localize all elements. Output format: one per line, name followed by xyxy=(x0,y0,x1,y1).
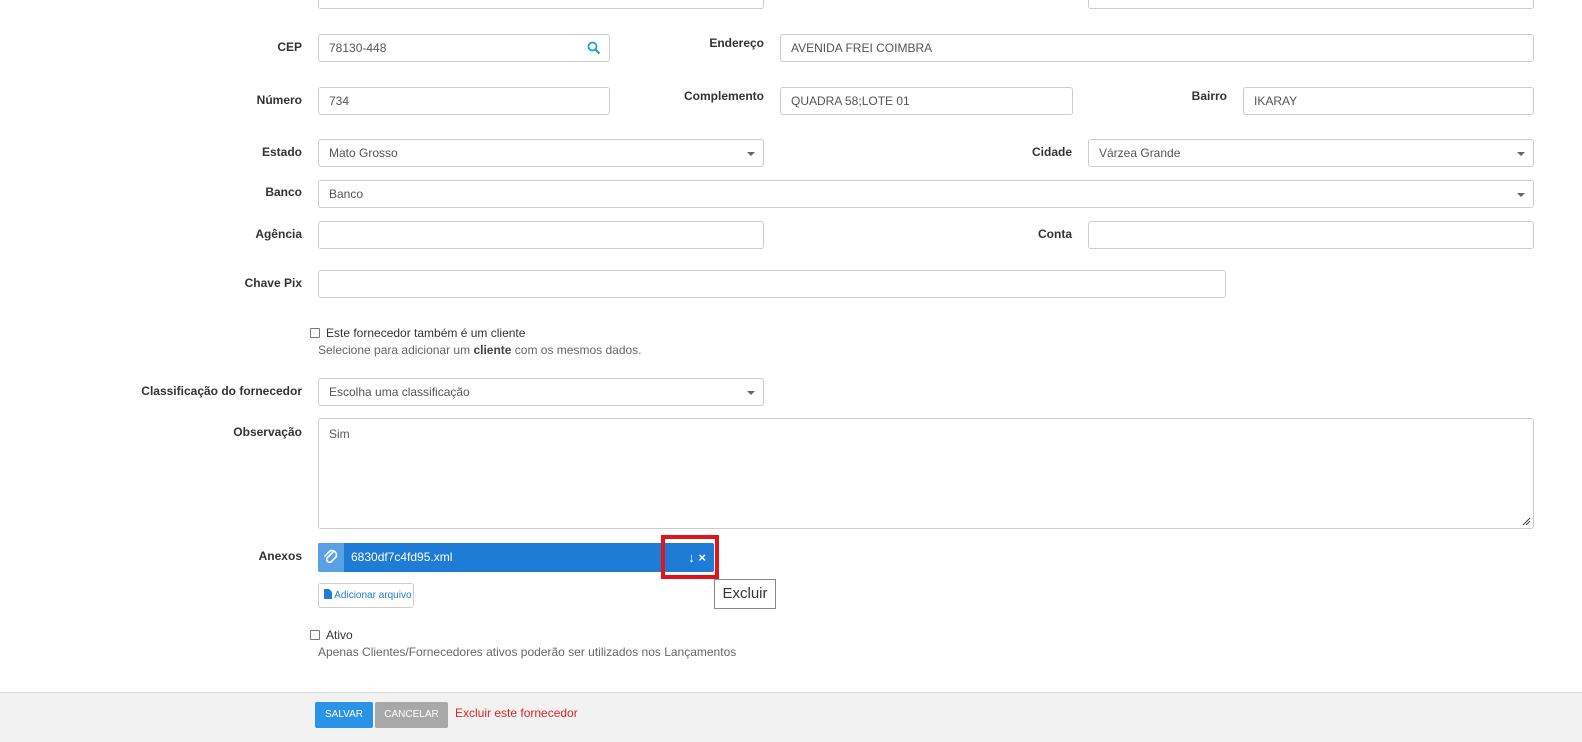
banco-value: Banco xyxy=(329,187,364,201)
complemento-input[interactable]: QUADRA 58;LOTE 01 xyxy=(780,87,1073,115)
agencia-input[interactable] xyxy=(318,221,764,249)
bairro-input[interactable]: IKARAY xyxy=(1243,87,1534,115)
cliente-checkbox-label: Este fornecedor também é um cliente xyxy=(326,326,526,340)
ativo-help-text: Apenas Clientes/Fornecedores ativos pode… xyxy=(318,645,737,659)
observacao-textarea[interactable]: Sim xyxy=(318,418,1534,529)
file-icon xyxy=(324,589,332,599)
chave-pix-input[interactable] xyxy=(318,270,1226,298)
estado-value: Mato Grosso xyxy=(329,146,398,160)
conta-label: Conta xyxy=(1038,227,1072,241)
ativo-checkbox-label: Ativo xyxy=(326,628,353,642)
partial-top-right-input[interactable] xyxy=(1088,0,1534,9)
complemento-value: QUADRA 58;LOTE 01 xyxy=(791,94,910,108)
delete-supplier-link[interactable]: Excluir este fornecedor xyxy=(455,706,578,720)
estado-label: Estado xyxy=(261,145,302,159)
search-icon[interactable] xyxy=(587,41,601,55)
classificacao-select[interactable]: Escolha uma classificação xyxy=(318,378,764,406)
partial-top-left-input[interactable] xyxy=(318,0,764,9)
paperclip-icon xyxy=(318,543,344,572)
numero-input[interactable]: 734 xyxy=(318,87,610,115)
agencia-label: Agência xyxy=(255,227,302,241)
resize-handle-icon[interactable] xyxy=(1522,517,1531,526)
ativo-checkbox[interactable] xyxy=(310,630,320,640)
cliente-checkbox[interactable] xyxy=(310,328,320,338)
chevron-down-icon xyxy=(1517,152,1525,156)
cliente-help-bold: cliente xyxy=(473,343,512,357)
cliente-help-suffix: com os mesmos dados. xyxy=(511,343,642,357)
delete-highlight-box xyxy=(661,535,719,579)
chave-pix-label: Chave Pix xyxy=(244,276,302,290)
form-footer xyxy=(0,692,1582,742)
cliente-help-prefix: Selecione para adicionar um xyxy=(318,343,474,357)
cep-input[interactable]: 78130-448 xyxy=(318,34,610,62)
cep-label: CEP xyxy=(277,40,302,54)
chevron-down-icon xyxy=(747,152,755,156)
conta-input[interactable] xyxy=(1088,221,1534,249)
cancel-button[interactable]: CANCELAR xyxy=(375,702,448,728)
observacao-label: Observação xyxy=(233,425,302,439)
bairro-value: IKARAY xyxy=(1254,94,1298,108)
add-file-button[interactable]: Adicionar arquivo xyxy=(318,583,414,608)
cidade-value: Várzea Grande xyxy=(1099,146,1181,160)
numero-value: 734 xyxy=(329,94,350,108)
banco-select[interactable]: Banco xyxy=(318,180,1534,208)
cidade-label: Cidade xyxy=(1031,145,1072,159)
endereco-label: Endereço xyxy=(709,36,764,50)
classificacao-value: Escolha uma classificação xyxy=(329,385,470,399)
numero-label: Número xyxy=(256,93,302,107)
delete-tooltip: Excluir xyxy=(714,579,776,609)
complemento-label: Complemento xyxy=(683,89,764,103)
cidade-select[interactable]: Várzea Grande xyxy=(1088,139,1534,167)
anexos-label: Anexos xyxy=(258,549,302,563)
classificacao-label: Classificação do fornecedor xyxy=(141,384,302,398)
attachment-item[interactable]: 6830df7c4fd95.xml ↓ × xyxy=(318,543,714,572)
attachment-file-name[interactable]: 6830df7c4fd95.xml xyxy=(351,550,452,564)
endereco-value: AVENIDA FREI COIMBRA xyxy=(791,41,933,55)
add-file-label: Adicionar arquivo xyxy=(334,590,412,601)
bairro-label: Bairro xyxy=(1191,89,1227,103)
cep-value: 78130-448 xyxy=(329,41,387,55)
endereco-input[interactable]: AVENIDA FREI COIMBRA xyxy=(780,34,1534,62)
estado-select[interactable]: Mato Grosso xyxy=(318,139,764,167)
save-button[interactable]: SALVAR xyxy=(315,702,373,728)
chevron-down-icon xyxy=(1517,193,1525,197)
cliente-help-text: Selecione para adicionar um cliente com … xyxy=(318,343,642,357)
observacao-value: Sim xyxy=(329,427,350,441)
banco-label: Banco xyxy=(265,185,302,199)
chevron-down-icon xyxy=(747,391,755,395)
